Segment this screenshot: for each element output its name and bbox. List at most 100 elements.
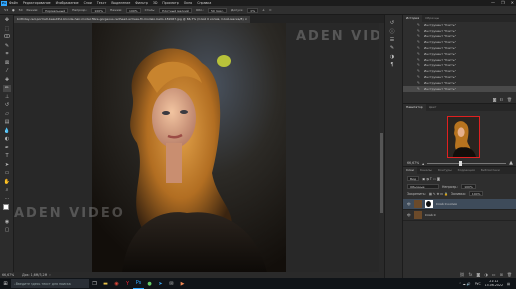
symmetry-icon[interactable]: ⚌ (269, 8, 272, 12)
tab-libraries[interactable]: Библиотеки (478, 167, 503, 174)
eraser-tool-icon[interactable]: ▱ (3, 110, 11, 117)
zoom-out-icon[interactable]: ▴ (422, 161, 424, 166)
navigator-preview[interactable] (447, 116, 480, 158)
fx-icon[interactable]: fx (469, 272, 473, 277)
marquee-tool-icon[interactable]: ⬚ (3, 25, 11, 32)
layer-filter-kind[interactable]: Вид (407, 176, 420, 181)
fill-field[interactable]: 100% (468, 191, 484, 196)
filter-icons[interactable]: ▣ ◑ T ▭ ◙ (422, 177, 440, 181)
brush-tool-icon[interactable]: ✎▾ (4, 8, 8, 12)
properties-panel-icon[interactable]: ☰ (388, 36, 396, 43)
menu-item-view[interactable]: Просмотр (162, 1, 178, 5)
zoom-slider-handle[interactable] (458, 160, 462, 166)
tab-history[interactable]: История (403, 15, 423, 22)
dodge-tool-icon[interactable]: ◐ (3, 136, 11, 143)
gradient-tool-icon[interactable]: ▤ (3, 119, 11, 126)
history-panel-icon[interactable]: ↺ (388, 19, 396, 26)
eye-icon[interactable]: 👁 (407, 213, 411, 217)
clock[interactable]: 21:12 15.06.2022 (485, 280, 503, 287)
adjustments-panel-icon[interactable]: ◑ (388, 53, 396, 60)
vertical-scroll-thumb[interactable] (380, 133, 383, 213)
healing-brush-tool-icon[interactable]: ✚ (3, 76, 11, 83)
angle-icon[interactable]: ∠ (262, 8, 265, 12)
path-select-tool-icon[interactable]: ➤ (3, 161, 11, 168)
document-tab[interactable]: birthday-red-portrait-beautiful-blonde-h… (14, 16, 251, 23)
menu-item-layers[interactable]: Слои (84, 1, 92, 5)
more-tools-icon[interactable]: ⋯ (3, 195, 11, 202)
status-zoom[interactable]: 66,67% (2, 273, 14, 277)
info-panel-icon[interactable]: ⓘ (388, 28, 396, 35)
zoom-tool-icon[interactable]: ⌕ (3, 187, 11, 194)
tab-paths[interactable]: Контуры (435, 167, 455, 174)
portrait-image[interactable] (92, 23, 286, 273)
menu-item-edit[interactable]: Редактирование (23, 1, 51, 5)
menu-item-type[interactable]: Текст (97, 1, 106, 5)
layer-row-copy[interactable]: 👁 Слой 0 копия (403, 199, 516, 210)
brush-preset-picker[interactable]: ● (12, 8, 15, 12)
trash-icon[interactable]: 🗑 (507, 97, 512, 102)
frame-tool-icon[interactable]: ⊠ (3, 59, 11, 66)
task-view-icon[interactable]: ❐ (89, 278, 100, 289)
history-item-current[interactable]: ✎ Инструмент "Кисть" (403, 85, 516, 92)
file-explorer-icon[interactable]: ▬ (100, 278, 111, 289)
menu-item-3d[interactable]: 3D (153, 1, 157, 5)
brush-tool-icon-active[interactable]: ✏ (3, 84, 11, 92)
telegram-icon[interactable]: ➤ (155, 278, 166, 289)
new-snapshot-icon[interactable]: ◙ (493, 97, 497, 102)
type-tool-icon[interactable]: T (3, 153, 11, 160)
tab-adjustments[interactable]: Коррекция (455, 167, 478, 174)
foreground-color-swatch[interactable] (3, 204, 9, 210)
crop-tool-icon[interactable]: ⌗ (3, 51, 11, 58)
quick-select-tool-icon[interactable]: ✎ (3, 42, 11, 49)
opacity-field[interactable]: 100% (91, 7, 106, 13)
mode-select[interactable]: Нормальный (42, 7, 69, 13)
photoshop-taskbar-icon[interactable]: Ps (133, 278, 144, 289)
layer-mask-thumbnail[interactable] (424, 200, 433, 208)
minimize-button[interactable]: — (491, 0, 495, 5)
status-arrow-icon[interactable]: › (49, 273, 50, 277)
brush-settings-icon[interactable]: ✎ (388, 45, 396, 52)
tab-swatches[interactable]: Образцы (422, 15, 442, 22)
menu-item-file[interactable]: Файл (9, 1, 18, 5)
layer-row-base[interactable]: 👁 Слой 0 (403, 210, 516, 221)
tolerance-field[interactable]: 0% (247, 7, 259, 13)
group-icon[interactable]: ▭ (492, 272, 496, 277)
link-icon[interactable]: ⛓ (460, 272, 465, 277)
area-field[interactable]: 50 пикс. (207, 7, 228, 13)
history-brush-tool-icon[interactable]: ↺ (3, 102, 11, 109)
eye-icon[interactable]: 👁 (407, 202, 411, 206)
paragraph-panel-icon[interactable]: ¶ (388, 62, 396, 69)
app-icon[interactable]: ● (144, 278, 155, 289)
navigator-zoom-value[interactable]: 66,67% (407, 161, 419, 165)
lock-icons[interactable]: ▦ ✎ ✥ ⊡ 🔒 (429, 192, 448, 196)
camera-icon[interactable]: ⌷ (501, 97, 503, 102)
tab-channels[interactable]: Каналы (417, 167, 435, 174)
delete-layer-icon[interactable]: 🗑 (507, 272, 512, 277)
new-layer-icon[interactable]: ⊞ (500, 272, 503, 277)
clone-stamp-tool-icon[interactable]: ⊥ (3, 93, 11, 100)
adjustment-layer-icon[interactable]: ◑ (484, 272, 488, 277)
yandex-icon[interactable]: Y (122, 278, 133, 289)
taskbar-search[interactable]: ⌕ Введите здесь текст для поиска (11, 279, 89, 288)
menu-item-help[interactable]: Справка (197, 1, 211, 5)
screen-mode-icon[interactable]: ▢ (3, 227, 11, 234)
menu-item-window[interactable]: Окно (184, 1, 192, 5)
menu-item-select[interactable]: Выделение (111, 1, 130, 5)
pressure-field[interactable]: 100% (126, 7, 141, 13)
notifications-icon[interactable]: ▤ (507, 282, 510, 286)
menu-item-filter[interactable]: Фильтр (135, 1, 148, 5)
blur-tool-icon[interactable]: 💧 (3, 127, 11, 134)
color-swatches[interactable] (3, 204, 12, 216)
chrome-icon[interactable]: ◉ (111, 278, 122, 289)
quick-mask-icon[interactable]: ◉ (3, 218, 11, 225)
shape-tool-icon[interactable]: ▭ (3, 170, 11, 177)
close-tab-icon[interactable]: × (245, 17, 248, 21)
hand-tool-icon[interactable]: ✋ (3, 178, 11, 185)
maximize-button[interactable]: ❐ (501, 0, 505, 5)
lasso-tool-icon[interactable]: ↀ (3, 34, 11, 41)
add-mask-icon[interactable]: ◙ (476, 272, 480, 277)
layer-opacity-field[interactable]: 100% (461, 184, 476, 189)
close-window-button[interactable]: ✕ (511, 0, 514, 5)
windows-start-icon[interactable]: ⊞ (0, 278, 11, 289)
eyedropper-tool-icon[interactable]: ⁄ (3, 68, 11, 75)
